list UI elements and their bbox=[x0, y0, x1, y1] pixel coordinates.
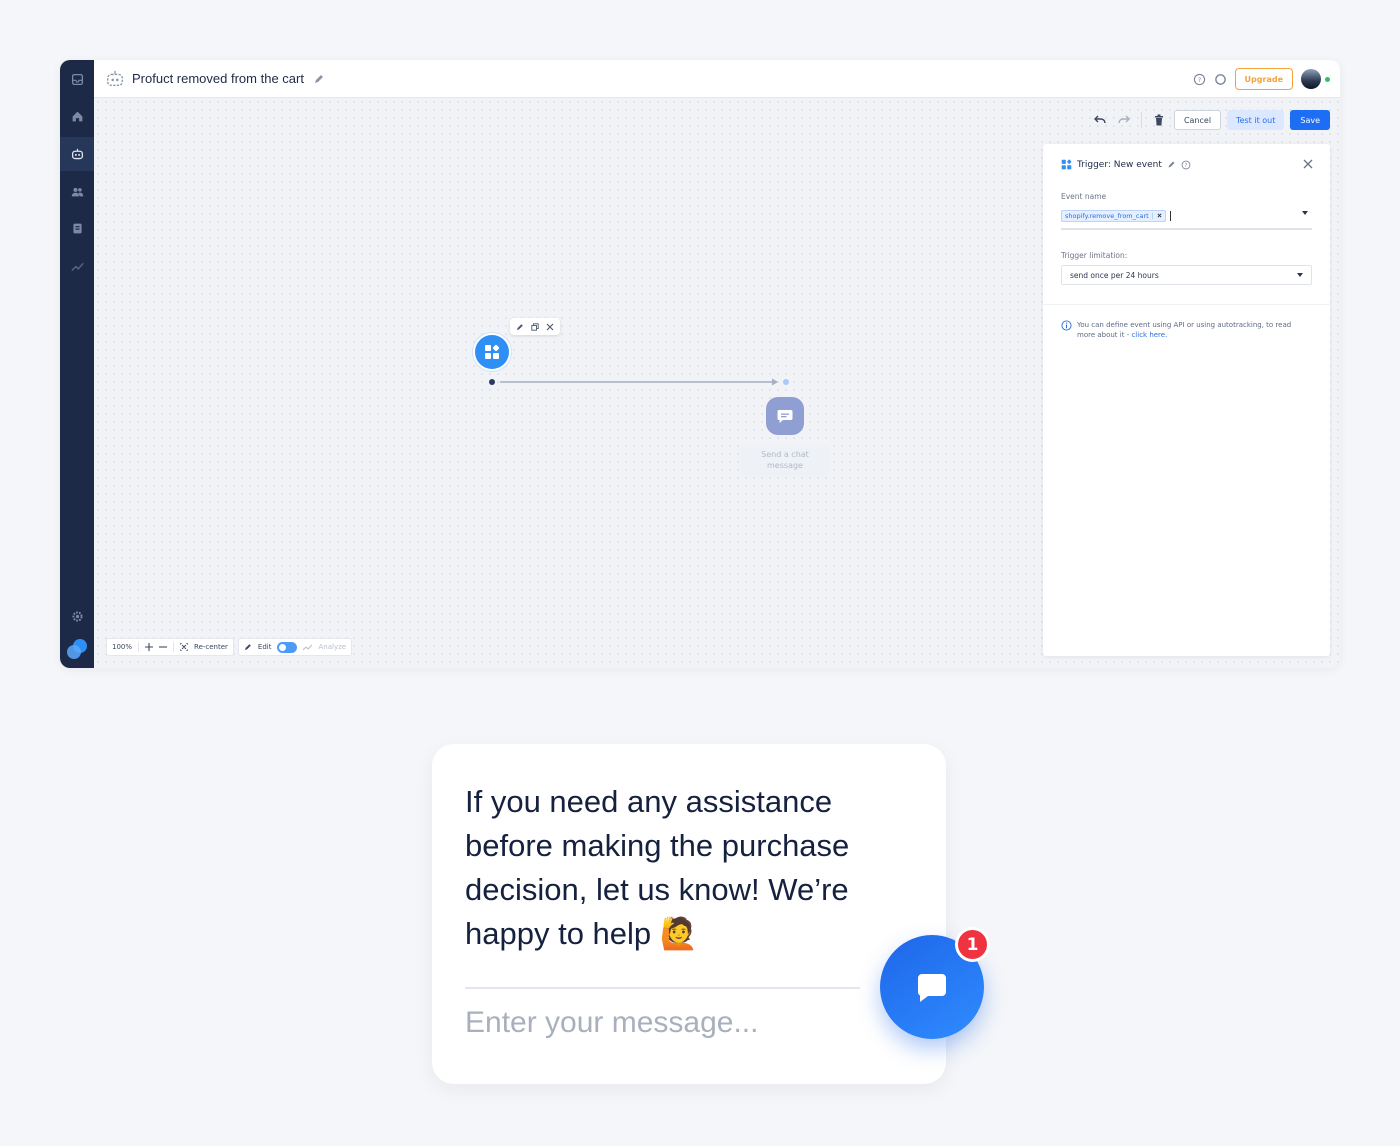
zoom-controls: 100% Re-center bbox=[106, 638, 234, 656]
mode-controls: Edit Analyze bbox=[237, 638, 353, 656]
close-icon[interactable] bbox=[1302, 158, 1314, 170]
svg-text:?: ? bbox=[1197, 75, 1200, 83]
event-chip-label: shopify.remove_from_cart bbox=[1065, 211, 1149, 220]
trigger-help-icon[interactable]: ? bbox=[1181, 160, 1191, 170]
edit-node-icon[interactable] bbox=[516, 323, 524, 331]
app-window: Profuct removed from the cart ? Upgrade … bbox=[60, 60, 1340, 668]
event-trigger-icon bbox=[485, 344, 500, 359]
event-chip: shopify.remove_from_cart | bbox=[1061, 209, 1166, 222]
brand-logo bbox=[67, 639, 87, 659]
chat-message: If you need any assistance before making… bbox=[465, 784, 850, 951]
page-title: Profuct removed from the cart bbox=[132, 71, 304, 86]
zoom-bar: 100% Re-center Edit Analyze bbox=[106, 638, 353, 656]
flow-connector bbox=[489, 378, 789, 386]
recenter-icon bbox=[180, 643, 189, 651]
avatar[interactable] bbox=[1301, 69, 1321, 89]
edit-mode-label: Edit bbox=[257, 643, 272, 651]
info-text-wrapper: You can define event using API or using … bbox=[1077, 320, 1301, 340]
edit-title-icon[interactable] bbox=[313, 73, 325, 85]
trigger-limitation-select[interactable]: send once per 24 hours bbox=[1061, 265, 1312, 285]
notifications-icon[interactable] bbox=[1214, 73, 1227, 86]
info-text: You can define event using API or using … bbox=[1077, 321, 1292, 339]
sidebar bbox=[60, 60, 94, 668]
mode-toggle[interactable] bbox=[277, 641, 298, 653]
trigger-panel-icon bbox=[1061, 159, 1072, 170]
cancel-button[interactable]: Cancel bbox=[1173, 110, 1222, 130]
event-dropdown-arrow-icon[interactable] bbox=[1302, 211, 1308, 215]
chat-popup: If you need any assistance before making… bbox=[432, 744, 946, 1084]
upgrade-button[interactable]: Upgrade bbox=[1234, 68, 1293, 90]
chip-remove-icon[interactable] bbox=[1157, 213, 1162, 218]
trigger-panel: Trigger: New event ? Event name shopify.… bbox=[1043, 144, 1330, 656]
zoom-in-icon[interactable] bbox=[145, 643, 154, 651]
analyze-mode-label[interactable]: Analyze bbox=[318, 643, 346, 651]
duplicate-node-icon[interactable] bbox=[531, 322, 539, 331]
bot-title-icon bbox=[104, 68, 126, 90]
save-button[interactable]: Save bbox=[1290, 110, 1330, 130]
trash-icon[interactable] bbox=[1150, 111, 1168, 129]
chat-message-input[interactable] bbox=[465, 1006, 845, 1040]
event-name-label: Event name bbox=[1061, 192, 1107, 201]
home-icon[interactable] bbox=[68, 107, 86, 125]
bot-icon[interactable] bbox=[60, 137, 94, 171]
chat-message-node[interactable] bbox=[766, 397, 804, 435]
trigger-limitation-label: Trigger limitation: bbox=[1061, 251, 1128, 260]
help-icon[interactable]: ? bbox=[1193, 73, 1206, 86]
online-status-dot bbox=[1325, 76, 1330, 82]
settings-icon[interactable] bbox=[68, 607, 86, 625]
chat-launcher-icon bbox=[917, 974, 946, 1002]
redo-icon[interactable] bbox=[1115, 111, 1133, 129]
inbox-icon[interactable] bbox=[68, 70, 86, 88]
tickets-icon[interactable] bbox=[68, 219, 86, 237]
event-name-input[interactable]: shopify.remove_from_cart | bbox=[1061, 207, 1312, 230]
flow-canvas[interactable]: Cancel Test it out Save Send a chat mess… bbox=[94, 98, 1340, 668]
panel-divider bbox=[1043, 304, 1330, 305]
info-note: You can define event using API or using … bbox=[1061, 320, 1301, 340]
test-button[interactable]: Test it out bbox=[1227, 110, 1285, 130]
unread-badge: 1 bbox=[955, 927, 990, 962]
analytics-icon[interactable] bbox=[68, 257, 86, 275]
zoom-divider bbox=[138, 642, 140, 652]
chat-node-label: Send a chat message bbox=[740, 445, 830, 475]
limitation-dropdown-arrow-icon bbox=[1297, 273, 1303, 277]
delete-node-icon[interactable] bbox=[546, 323, 554, 331]
edit-trigger-icon[interactable] bbox=[1167, 160, 1176, 169]
info-link[interactable]: click here. bbox=[1131, 331, 1167, 339]
chat-bubble-icon bbox=[777, 410, 793, 423]
trigger-node[interactable] bbox=[473, 333, 511, 371]
edit-mode-icon bbox=[244, 644, 251, 650]
zoom-level: 100% bbox=[112, 643, 133, 651]
svg-text:?: ? bbox=[1185, 162, 1188, 168]
analyze-icon bbox=[303, 644, 313, 650]
zoom-divider-2 bbox=[173, 642, 175, 652]
trigger-limitation-value: send once per 24 hours bbox=[1070, 270, 1159, 280]
undo-icon[interactable] bbox=[1091, 111, 1109, 129]
info-icon bbox=[1061, 320, 1072, 331]
contacts-icon[interactable] bbox=[68, 182, 86, 200]
chat-divider bbox=[465, 987, 860, 989]
node-actions bbox=[510, 318, 560, 335]
zoom-out-icon[interactable] bbox=[159, 643, 168, 651]
canvas-toolbar: Cancel Test it out Save bbox=[1091, 110, 1330, 130]
text-caret bbox=[1169, 210, 1171, 221]
recenter-button[interactable]: Re-center bbox=[194, 643, 228, 651]
toolbar-divider bbox=[1140, 112, 1142, 128]
top-bar: Profuct removed from the cart ? Upgrade bbox=[94, 60, 1340, 98]
panel-title: Trigger: New event bbox=[1077, 159, 1162, 170]
